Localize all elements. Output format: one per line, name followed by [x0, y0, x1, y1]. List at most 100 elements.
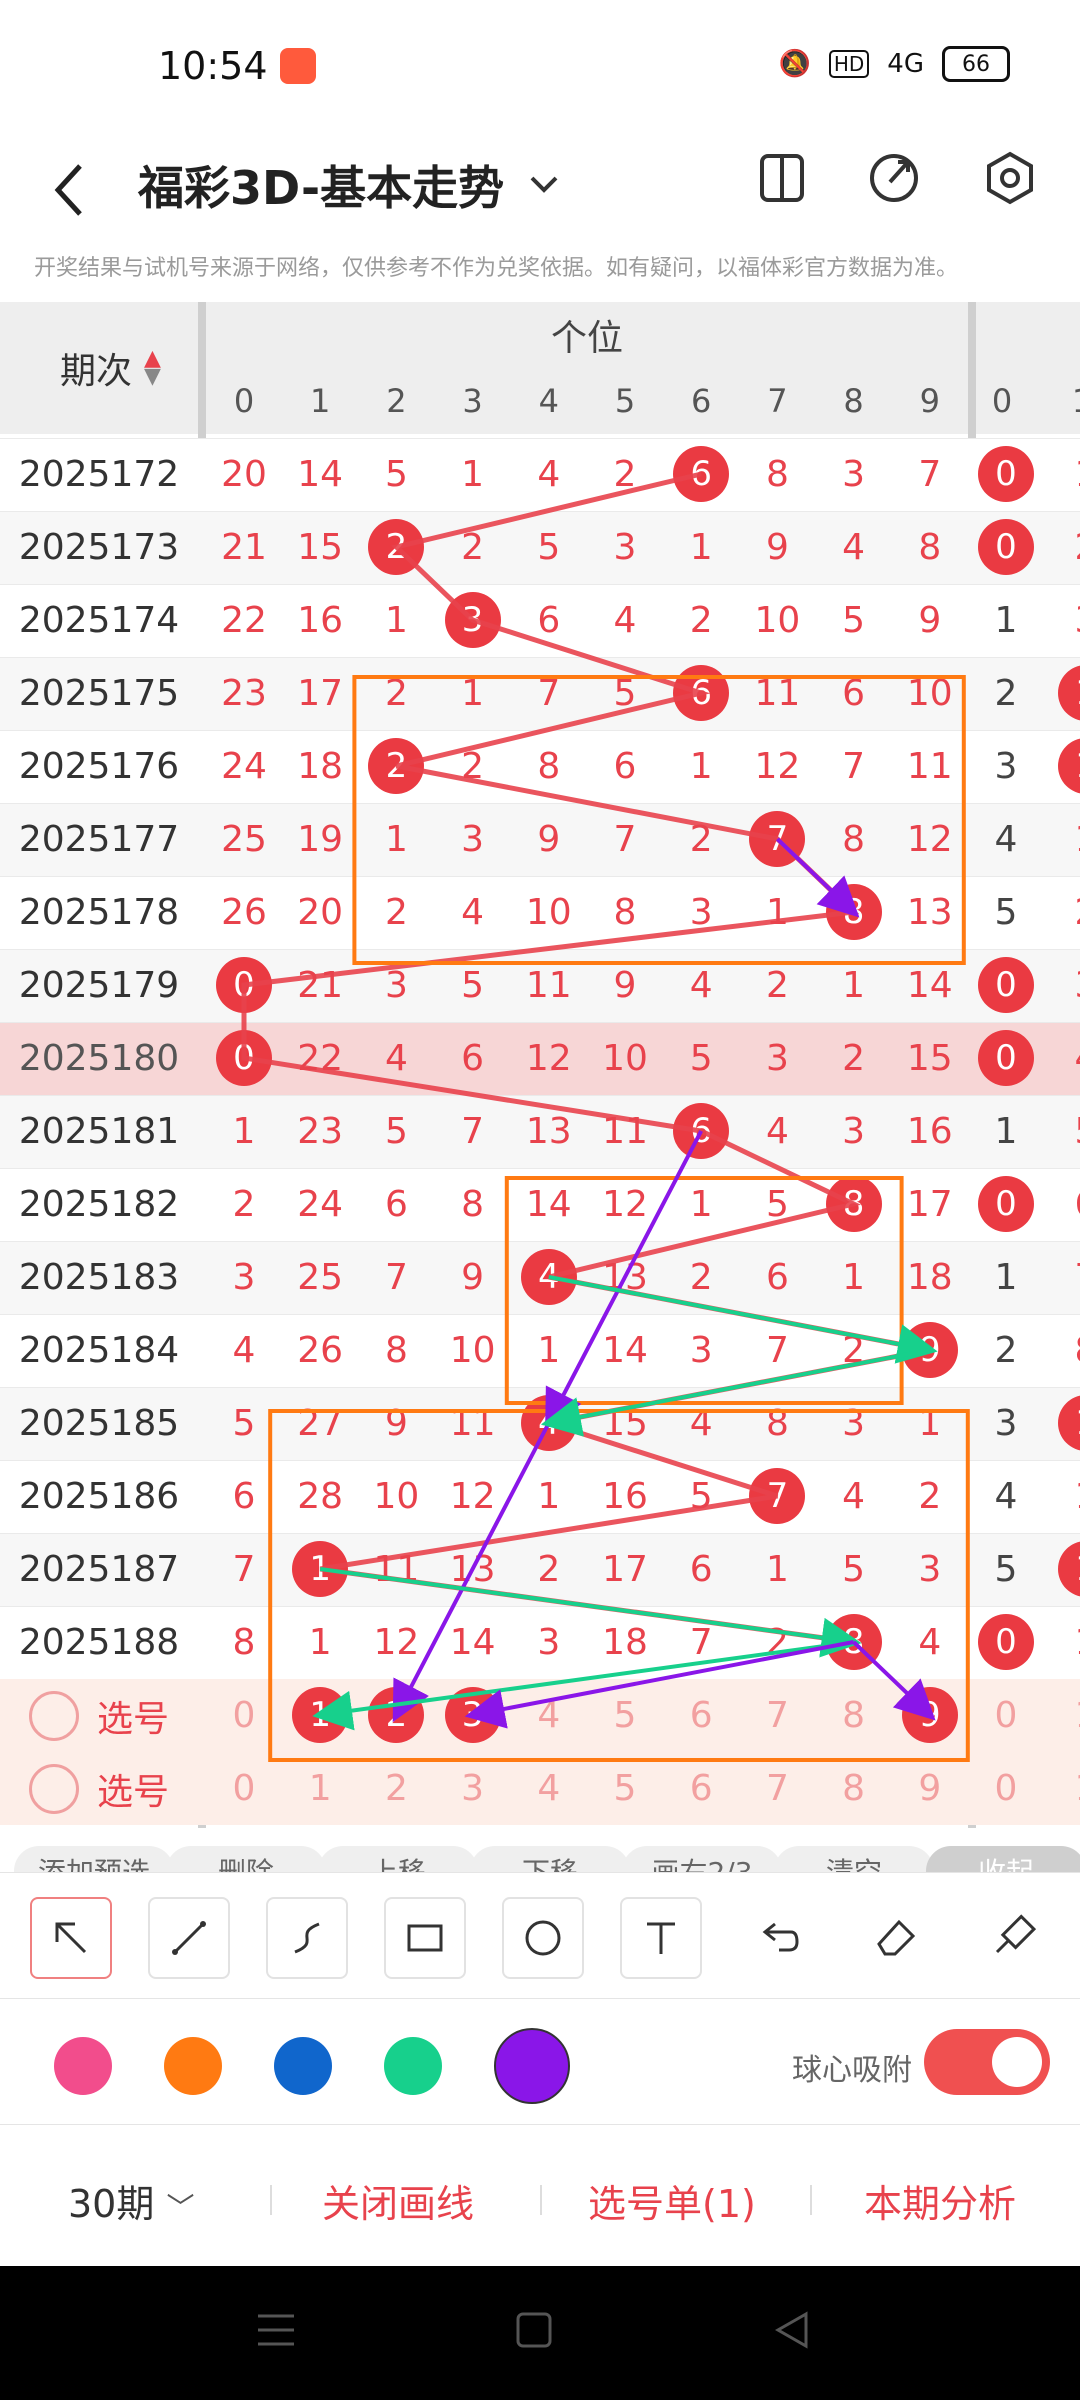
picker-label[interactable]: 选号	[0, 1752, 198, 1825]
picker-digit[interactable]: 6	[663, 1752, 739, 1825]
miss-count-cell: 24	[221, 746, 267, 787]
hit-ball[interactable]: 0	[978, 1176, 1034, 1232]
color-swatch[interactable]	[384, 2037, 442, 2095]
picker-digit[interactable]: 7	[739, 1752, 815, 1825]
chevron-down-icon[interactable]	[526, 166, 562, 202]
hit-ball[interactable]: 7	[749, 1468, 806, 1524]
clear-all-tool[interactable]	[974, 1897, 1052, 1975]
picker-digit[interactable]: 4	[511, 1679, 587, 1752]
picker-digit[interactable]: 0	[206, 1679, 282, 1752]
pick-list-button[interactable]: 选号单(1)	[588, 2173, 756, 2228]
hit-ball[interactable]: 0	[216, 957, 272, 1013]
app-notification-icon	[280, 48, 316, 84]
undo-tool[interactable]	[738, 1897, 816, 1975]
curve-tool[interactable]	[266, 1897, 348, 1979]
action-chip[interactable]: 下移	[470, 1846, 630, 1872]
period-cell: 2025178	[18, 892, 180, 933]
hit-ball[interactable]: 6	[673, 446, 730, 502]
selected-ball[interactable]: 1	[292, 1687, 349, 1743]
select-arrow-tool[interactable]	[30, 1897, 112, 1979]
picker-digit[interactable]: 0	[206, 1752, 282, 1825]
close-lines-button[interactable]: 关闭画线	[322, 2173, 474, 2228]
layout-toggle-icon[interactable]	[752, 148, 812, 208]
hit-ball[interactable]: 0	[978, 1030, 1034, 1086]
action-chip[interactable]: 删除	[166, 1846, 326, 1872]
picker-digit[interactable]: 5	[587, 1752, 663, 1825]
picker-digit[interactable]: 5	[587, 1679, 663, 1752]
hit-ball[interactable]: 8	[825, 1614, 882, 1670]
picker-digit[interactable]: 9	[892, 1752, 968, 1825]
miss-count-cell: 18	[602, 1622, 648, 1663]
picker-digit[interactable]: 1	[1048, 1752, 1080, 1825]
radio-icon[interactable]	[28, 1763, 79, 1814]
miss-count-cell: 20	[221, 454, 267, 495]
hit-ball[interactable]: 2	[368, 519, 425, 575]
selected-ball[interactable]: 3	[444, 1687, 501, 1743]
action-chip[interactable]: 清空	[774, 1846, 934, 1872]
hit-ball[interactable]: 6	[673, 665, 730, 721]
menu-icon[interactable]	[256, 2310, 296, 2350]
home-icon[interactable]	[514, 2310, 554, 2350]
picker-digit[interactable]: 3	[435, 1752, 511, 1825]
picker-digit[interactable]: 7	[739, 1679, 815, 1752]
hit-ball[interactable]: 7	[749, 811, 806, 867]
hit-ball[interactable]: 1	[292, 1541, 349, 1597]
miss-count-cell: 5	[232, 1403, 256, 1444]
action-chip[interactable]: 画右2/3	[622, 1846, 782, 1872]
share-icon[interactable]	[864, 148, 924, 208]
hit-ball[interactable]: 4	[520, 1395, 577, 1451]
line-tool[interactable]	[148, 1897, 230, 1979]
hit-ball[interactable]: 4	[520, 1249, 577, 1305]
picker-digit[interactable]: 1	[1048, 1679, 1080, 1752]
hit-ball[interactable]: 8	[825, 1176, 882, 1232]
page-title[interactable]: 福彩3D-基本走势	[138, 152, 504, 218]
color-swatch[interactable]	[274, 2037, 332, 2095]
hit-ball[interactable]: 8	[825, 884, 882, 940]
analysis-button[interactable]: 本期分析	[864, 2173, 1016, 2228]
picker-digit[interactable]: 1	[282, 1752, 358, 1825]
snap-toggle[interactable]	[924, 2029, 1050, 2095]
rectangle-tool[interactable]	[384, 1897, 466, 1979]
miss-count-cell: 7	[1048, 1241, 1080, 1314]
color-swatch[interactable]	[494, 2028, 570, 2104]
picker-label[interactable]: 选号	[0, 1679, 198, 1752]
picker-digit[interactable]: 4	[511, 1752, 587, 1825]
picker-digit[interactable]: 0	[968, 1752, 1044, 1825]
hit-ball[interactable]: 6	[673, 1103, 730, 1159]
period-header[interactable]: 期次 ▲ ▼	[0, 302, 198, 434]
data-source-notice: 开奖结果与试机号来源于网络，仅供参考不作为兑奖依据。如有疑问，以福体彩官方数据为…	[34, 256, 959, 281]
radio-icon[interactable]	[28, 1690, 79, 1741]
action-chip[interactable]: 添加预选	[14, 1846, 174, 1872]
color-swatch[interactable]	[54, 2037, 112, 2095]
trend-chart[interactable]: 期次 ▲▼ 个位 0123456789 01 20251722014514268…	[0, 302, 1080, 1828]
circle-tool[interactable]	[502, 1897, 584, 1979]
miss-count-cell: 2	[689, 600, 713, 641]
back-icon[interactable]	[50, 160, 90, 220]
eraser-tool[interactable]	[856, 1897, 934, 1975]
back-nav-icon[interactable]	[772, 2310, 812, 2350]
period-cell: 2025188	[18, 1622, 180, 1663]
hit-ball[interactable]: 0	[978, 446, 1034, 502]
hit-ball[interactable]: 9	[901, 1322, 958, 1378]
selected-ball[interactable]: 9	[901, 1687, 958, 1743]
picker-digit[interactable]: 8	[816, 1752, 892, 1825]
text-tool[interactable]	[620, 1897, 702, 1979]
hit-ball[interactable]: 0	[978, 957, 1034, 1013]
settings-icon[interactable]	[980, 148, 1040, 208]
picker-digit[interactable]: 6	[663, 1679, 739, 1752]
picker-digit[interactable]: 8	[816, 1679, 892, 1752]
selected-ball[interactable]: 2	[368, 1687, 425, 1743]
sort-icon[interactable]: ▲ ▼	[144, 348, 161, 388]
miss-count-cell: 3	[918, 1549, 942, 1590]
picker-digit[interactable]: 0	[968, 1679, 1044, 1752]
hit-ball[interactable]: 3	[444, 592, 501, 648]
action-chip[interactable]: 上移	[318, 1846, 478, 1872]
hit-ball[interactable]: 2	[368, 738, 425, 794]
picker-digit[interactable]: 2	[358, 1752, 434, 1825]
period-count-select[interactable]: 30期 ﹀	[68, 2173, 194, 2228]
hit-ball[interactable]: 0	[978, 1614, 1034, 1670]
color-swatch[interactable]	[164, 2037, 222, 2095]
hit-ball[interactable]: 0	[216, 1030, 272, 1086]
action-chip[interactable]: 收起	[926, 1846, 1080, 1872]
hit-ball[interactable]: 0	[978, 519, 1034, 575]
